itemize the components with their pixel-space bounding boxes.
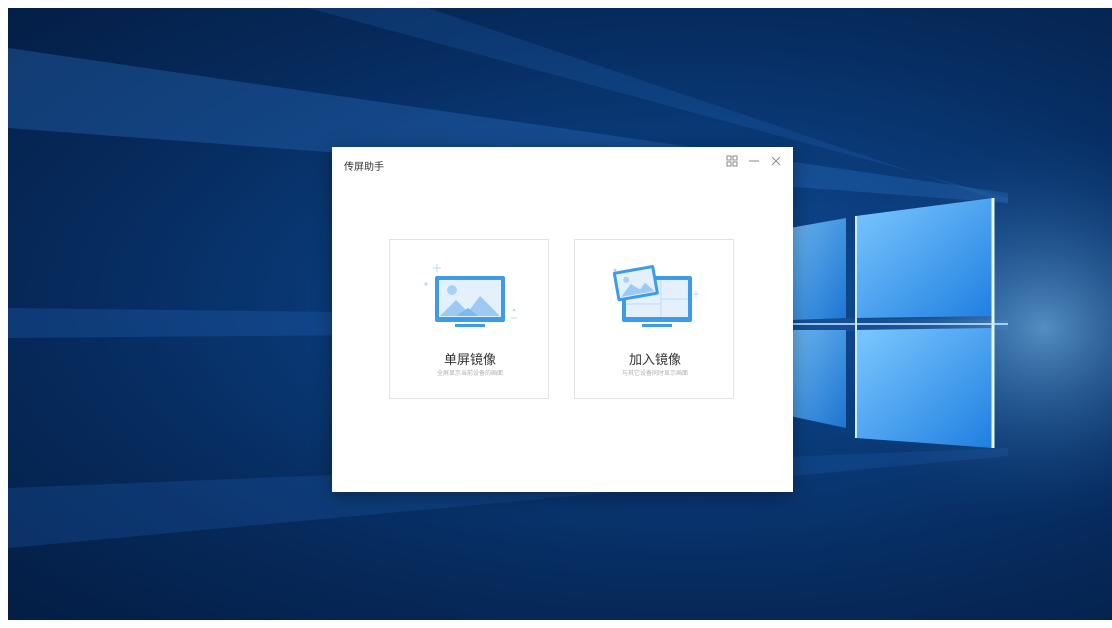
- single-screen-mirror-card[interactable]: 单屏镜像 全屏显示当前设备的画面: [389, 239, 549, 399]
- card-title: 加入镜像: [628, 353, 681, 368]
- minimize-icon[interactable]: [745, 152, 763, 170]
- app-window: 传屏助手 单屏镜像 全屏显示当前设备的画面 加入镜像 与其它设备同时显示画面: [332, 147, 793, 492]
- card-subtitle: 与其它设备同时显示画面: [621, 370, 688, 377]
- join-mirror-card[interactable]: 加入镜像 与其它设备同时显示画面: [574, 239, 734, 399]
- close-icon[interactable]: [767, 152, 785, 170]
- card-subtitle: 全屏显示当前设备的画面: [436, 370, 503, 377]
- multi-monitor-icon: [612, 265, 699, 327]
- card-title: 单屏镜像: [443, 353, 496, 368]
- single-monitor-icon: [424, 264, 517, 327]
- window-controls: [723, 152, 785, 170]
- window-title: 传屏助手: [344, 162, 384, 173]
- grid-icon[interactable]: [723, 152, 741, 170]
